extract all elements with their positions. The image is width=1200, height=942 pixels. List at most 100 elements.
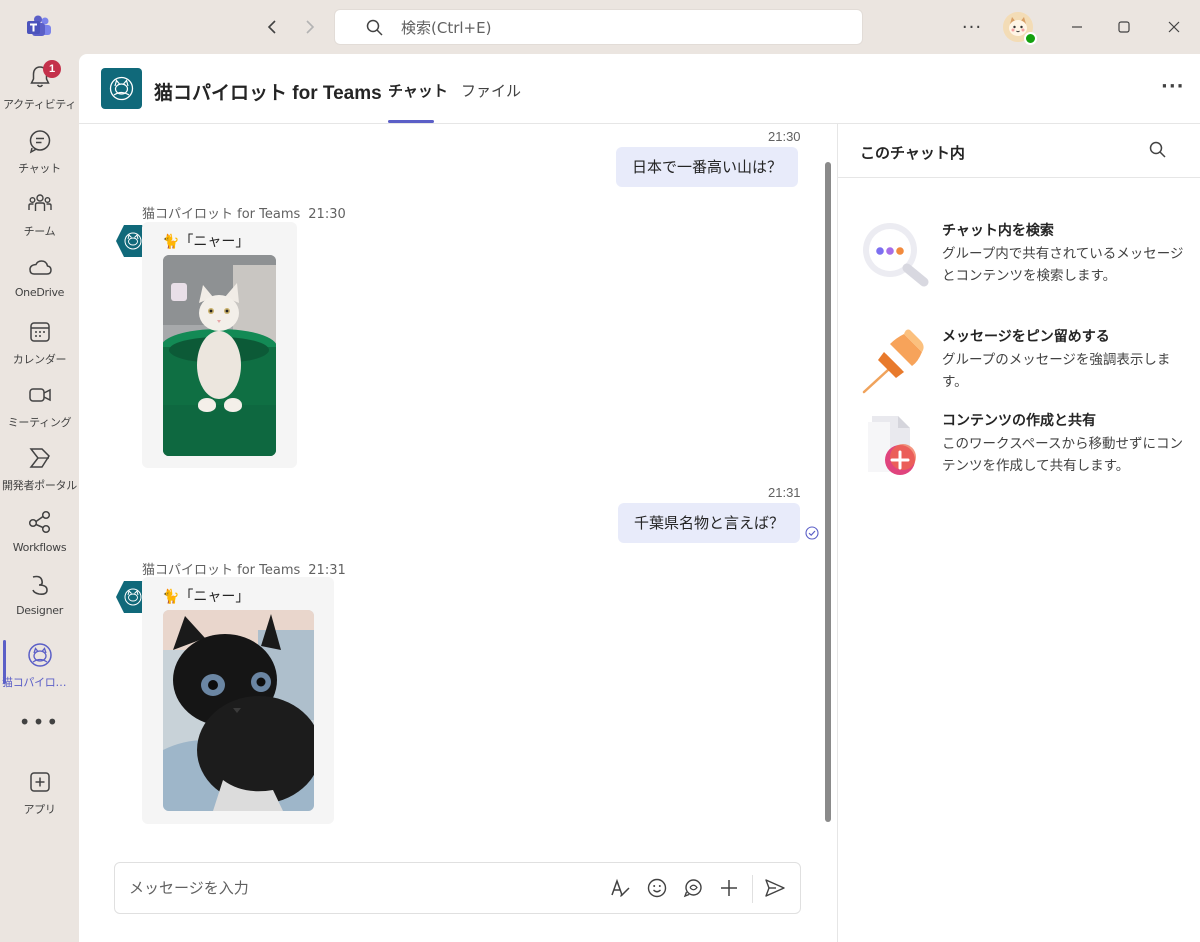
rail-item-label: チャット — [18, 162, 61, 175]
emoji-button[interactable] — [645, 876, 669, 900]
plus-icon — [721, 880, 737, 896]
format-button[interactable] — [608, 876, 632, 900]
message-time: 21:30 — [308, 207, 346, 222]
tab-chat[interactable]: チャット — [388, 80, 448, 101]
rail-item-apps[interactable]: アプリ — [0, 765, 79, 827]
rail-item-label: チーム — [23, 225, 56, 238]
emoji-icon — [647, 878, 667, 898]
search-icon[interactable] — [1148, 140, 1168, 160]
message-time: 21:31 — [768, 485, 801, 500]
rail-item-developer-portal[interactable]: 開発者ポータル — [0, 441, 79, 503]
feature-title: コンテンツの作成と共有 — [942, 413, 1096, 429]
format-text-icon — [611, 878, 630, 897]
more-apps-button[interactable]: ••• — [0, 710, 79, 734]
rail-item-activity[interactable]: 1 アクティビティ — [0, 60, 79, 122]
feature-title: チャット内を検索 — [942, 223, 1054, 239]
minimize-icon — [1072, 26, 1082, 28]
rail-item-meetings[interactable]: ミーティング — [0, 378, 79, 440]
send-icon — [765, 879, 785, 897]
feature-description: グループのメッセージを強調表示します。 — [942, 352, 1171, 390]
app-rail: 1 アクティビティ チャット チーム OneDrive カレンダー ミーティング… — [0, 54, 79, 942]
rail-item-label: 開発者ポータル — [2, 479, 77, 492]
teams-logo-icon — [27, 15, 51, 36]
white-cat-image — [163, 255, 276, 456]
rail-item-chat[interactable]: チャット — [0, 124, 79, 186]
title-bar: ··· — [0, 0, 1200, 54]
rail-item-label: Designer — [16, 604, 63, 617]
bot-message-card[interactable]: 🐈「ニャー」 — [142, 577, 334, 824]
search-input[interactable] — [401, 16, 841, 40]
message-sender: 猫コパイロット for Teams — [142, 563, 301, 578]
black-cat-photo[interactable] — [163, 610, 314, 811]
user-avatar[interactable] — [1003, 12, 1037, 45]
feature-pin-message[interactable]: メッセージをピン留めする グループのメッセージを強調表示します。 — [860, 326, 1190, 406]
message-sender: 猫コパイロット for Teams — [142, 207, 301, 222]
read-receipt-icon — [805, 526, 819, 540]
minimize-button[interactable] — [1064, 14, 1090, 40]
video-icon — [29, 388, 51, 402]
feature-create-share-content[interactable]: コンテンツの作成と共有 このワークスペースから移動せずにコンテンツを作成して共有… — [860, 410, 1190, 490]
bot-message-card[interactable]: 🐈「ニャー」 — [142, 222, 297, 468]
my-message-bubble[interactable]: 千葉県名物と言えば？ — [618, 503, 801, 543]
active-tab-indicator — [388, 120, 434, 123]
teams-icon — [28, 194, 52, 211]
rail-item-label: アクティビティ — [2, 98, 77, 111]
close-button[interactable] — [1161, 14, 1187, 40]
rail-item-teams[interactable]: チーム — [0, 187, 79, 249]
back-button[interactable] — [260, 15, 284, 39]
calendar-icon — [30, 322, 50, 342]
page-title: 猫コパイロット for Teams — [154, 83, 382, 104]
message-sender-line: 猫コパイロット for Teams 21:30 — [142, 203, 346, 222]
message-sender-line: 猫コパイロット for Teams 21:31 — [142, 559, 346, 578]
feature-search-in-chat[interactable]: チャット内を検索 グループ内で共有されているメッセージとコンテンツを検索します。 — [860, 220, 1190, 300]
maximize-button[interactable] — [1111, 14, 1137, 40]
settings-more-button[interactable]: ··· — [958, 17, 986, 38]
add-app-icon — [30, 772, 50, 792]
designer-icon — [32, 575, 48, 595]
message-time: 21:30 — [768, 129, 801, 144]
rail-item-label: 猫コパイロット for Teams — [2, 676, 79, 689]
chat-header: 猫コパイロット for Teams チャット ファイル ··· — [79, 54, 1200, 124]
chat-area: 21:30 日本で一番高い山は？ 猫コパイロット for Teams 21:30 … — [79, 124, 837, 942]
loop-button[interactable] — [681, 876, 705, 900]
bot-message-text: 🐈「ニャー」 — [162, 234, 250, 250]
feature-description: グループ内で共有されているメッセージとコンテンツを検索します。 — [942, 246, 1184, 284]
more-options-button[interactable]: ··· — [1161, 76, 1185, 97]
side-panel-title: このチャット内 — [860, 144, 965, 162]
rail-item-onedrive[interactable]: OneDrive — [0, 250, 79, 312]
send-button[interactable] — [763, 876, 787, 900]
side-panel: このチャット内 チャット内を検索 グループ内で共有されているメッセージとコンテン… — [837, 124, 1200, 942]
rail-item-label: アプリ — [23, 803, 56, 816]
app-icon — [101, 68, 142, 109]
cat-copilot-logo-icon — [109, 76, 134, 101]
rail-item-label: Workflows — [12, 541, 67, 554]
workflows-icon — [28, 510, 51, 534]
loop-component-icon — [683, 879, 702, 898]
notification-badge: 1 — [43, 60, 61, 78]
rail-item-designer[interactable]: Designer — [0, 568, 79, 630]
side-panel-header: このチャット内 — [838, 124, 1200, 178]
rail-item-cat-copilot[interactable]: 猫コパイロット for Teams — [0, 638, 79, 700]
maximize-icon — [1118, 21, 1130, 33]
compose-box[interactable] — [114, 862, 801, 914]
pushpin-icon — [862, 329, 924, 394]
rail-item-label: カレンダー — [12, 353, 67, 366]
search-box[interactable] — [334, 9, 863, 45]
tab-files[interactable]: ファイル — [461, 80, 521, 101]
bot-message-text: 🐈「ニャー」 — [162, 589, 250, 605]
feature-description: このワークスペースから移動せずにコンテンツを作成して共有します。 — [942, 436, 1183, 474]
message-input[interactable] — [129, 877, 589, 899]
close-icon — [1168, 21, 1180, 33]
chat-scrollbar[interactable] — [825, 162, 831, 822]
compose-divider — [752, 875, 753, 903]
presence-available-icon — [1024, 32, 1037, 45]
rail-item-calendar[interactable]: カレンダー — [0, 315, 79, 377]
attach-button[interactable] — [717, 876, 741, 900]
my-message-bubble[interactable]: 日本で一番高い山は？ — [616, 147, 799, 187]
cat-copilot-icon — [28, 643, 52, 667]
forward-button[interactable] — [298, 15, 322, 39]
white-cat-photo[interactable] — [163, 255, 276, 456]
chevron-left-icon — [267, 20, 276, 34]
rail-item-label: OneDrive — [14, 286, 65, 299]
rail-item-workflows[interactable]: Workflows — [0, 505, 79, 567]
